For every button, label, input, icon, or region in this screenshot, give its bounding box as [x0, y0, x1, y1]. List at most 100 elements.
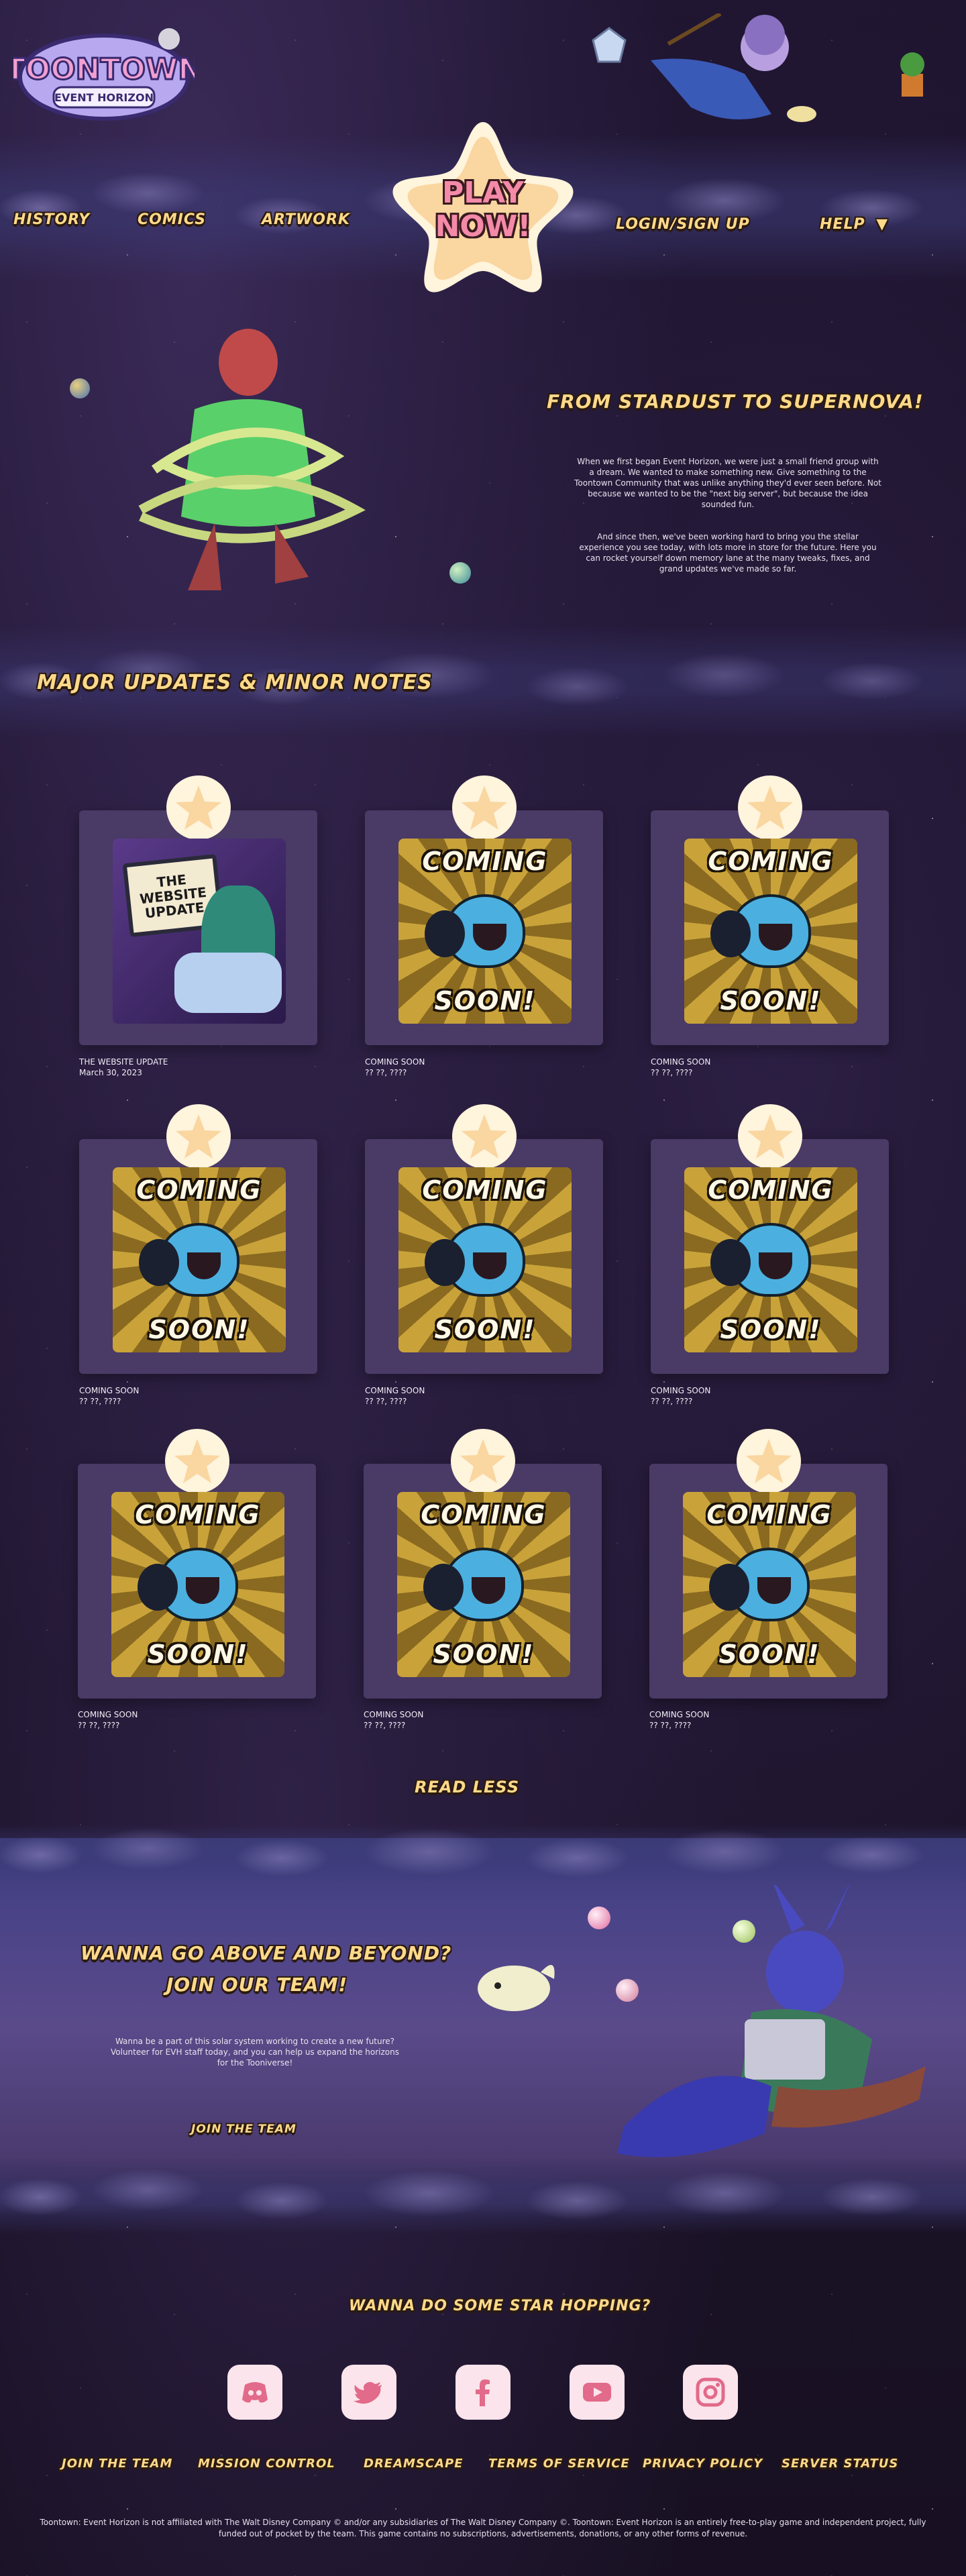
coming-soon-thumbnail: COMING SOON!	[684, 839, 857, 1024]
dog-face-illustration	[710, 894, 811, 968]
card-title: COMING SOON	[78, 1710, 138, 1719]
coming-soon-thumbnail: COMING SOON!	[683, 1492, 856, 1677]
footer-link-privacy[interactable]: Privacy Policy	[643, 2444, 778, 2483]
nav-comics-link[interactable]: Comics	[138, 200, 221, 239]
footer-link-server-status[interactable]: Server Status	[782, 2444, 914, 2483]
star-tab	[451, 775, 517, 840]
footer-link-label: Terms of Service	[488, 2457, 630, 2471]
footer-link-label: Dreamscape	[364, 2457, 464, 2471]
youtube-icon	[583, 2383, 611, 2402]
star-icon	[747, 786, 793, 830]
star-tab	[166, 1104, 231, 1169]
star-icon	[460, 1439, 506, 1483]
update-card[interactable]: COMING SOON!	[365, 1104, 603, 1374]
updates-title: Major Updates & Minor Notes	[37, 671, 433, 694]
card-title: COMING SOON	[365, 1057, 425, 1067]
nav-history-link[interactable]: History	[13, 200, 105, 239]
logo-sub-text: EVENT HORIZON	[54, 91, 154, 104]
dragon-character	[174, 885, 282, 1013]
card-caption: COMING SOON ?? ??, ????	[651, 1385, 710, 1407]
soon-text: SOON!	[147, 1640, 249, 1669]
coming-soon-thumbnail: COMING SOON!	[398, 839, 572, 1024]
update-card[interactable]: COMING SOON!	[649, 1429, 888, 1699]
discord-link[interactable]	[227, 2365, 282, 2420]
coming-text: COMING	[421, 1500, 547, 1529]
star-icon	[745, 1439, 792, 1483]
nav-artwork-link[interactable]: Artwork	[262, 200, 365, 239]
chevron-down-icon: ▼	[876, 216, 889, 233]
card-date: ?? ??, ????	[651, 1397, 693, 1406]
twitter-icon	[354, 2381, 382, 2404]
coming-text: COMING	[422, 1175, 548, 1205]
star-tab	[737, 775, 802, 840]
twitter-link[interactable]	[341, 2365, 396, 2420]
intro-paragraph-2: And since then, we've been working hard …	[579, 532, 877, 574]
coming-text: COMING	[135, 1500, 261, 1529]
update-card[interactable]: COMING SOON!	[365, 775, 603, 1045]
dog-face-illustration	[710, 1223, 811, 1297]
facebook-icon	[476, 2379, 490, 2406]
update-card[interactable]: COMING SOON!	[651, 1104, 889, 1374]
team-title-line1: Wanna go above and beyond?	[80, 1942, 452, 1964]
intro-title: From Stardust to Supernova!	[547, 390, 924, 413]
footer-link-terms[interactable]: Terms of Service	[488, 2444, 645, 2483]
site-logo[interactable]: TOONTOWN EVENT HORIZON	[4, 20, 204, 127]
card-caption: THE WEBSITE UPDATE March 30, 2023	[79, 1057, 168, 1078]
coming-text: COMING	[136, 1175, 262, 1205]
team-cloud-band-top	[0, 1825, 966, 1885]
team-title-line2: Join our team!	[166, 1974, 348, 1996]
update-card[interactable]: COMING SOON!	[364, 1429, 602, 1699]
star-tab	[737, 1104, 802, 1169]
footer-link-mission-control[interactable]: Mission Control	[198, 2444, 350, 2483]
facebook-link[interactable]	[455, 2365, 511, 2420]
play-now-button[interactable]: PLAY NOW!	[389, 114, 577, 295]
star-tab	[166, 775, 231, 840]
card-title: COMING SOON	[651, 1386, 711, 1395]
card-title: COMING SOON	[79, 1386, 140, 1395]
card-date: ?? ??, ????	[651, 1068, 693, 1077]
nav-history-label: History	[13, 211, 91, 228]
instagram-link[interactable]	[683, 2365, 738, 2420]
play-now-line1: PLAY	[442, 176, 524, 210]
footer-link-label: Privacy Policy	[643, 2457, 763, 2471]
card-date: ?? ??, ????	[364, 1721, 406, 1730]
discord-icon	[242, 2382, 268, 2403]
soon-text: SOON!	[720, 1315, 822, 1344]
website-update-thumbnail: THE WEBSITE UPDATE	[113, 839, 286, 1024]
coming-text: COMING	[422, 847, 548, 876]
card-date: ?? ??, ????	[365, 1068, 407, 1077]
dog-face-illustration	[139, 1223, 239, 1297]
star-icon	[175, 1114, 221, 1159]
join-team-button[interactable]: Join the Team	[191, 2110, 311, 2149]
coming-text: COMING	[706, 1500, 833, 1529]
soon-text: SOON!	[720, 986, 822, 1016]
coming-soon-thumbnail: COMING SOON!	[397, 1492, 570, 1677]
dog-face-illustration	[423, 1548, 524, 1621]
footer-link-dreamscape[interactable]: Dreamscape	[364, 2444, 478, 2483]
star-tab	[451, 1104, 517, 1169]
coming-soon-thumbnail: COMING SOON!	[398, 1167, 572, 1352]
star-icon	[747, 1114, 793, 1159]
card-date: ?? ??, ????	[649, 1721, 692, 1730]
play-now-line2: NOW!	[435, 209, 531, 244]
card-date: March 30, 2023	[79, 1068, 142, 1077]
update-card[interactable]: COMING SOON!	[651, 775, 889, 1045]
read-less-button[interactable]: Read Less	[415, 1768, 535, 1807]
update-card[interactable]: COMING SOON!	[78, 1429, 316, 1699]
card-caption: COMING SOON ?? ??, ????	[649, 1709, 709, 1731]
youtube-link[interactable]	[570, 2365, 625, 2420]
card-title: COMING SOON	[364, 1710, 424, 1719]
card-caption: COMING SOON ?? ??, ????	[365, 1385, 425, 1407]
nav-login-link[interactable]: Login/Sign Up	[616, 205, 765, 244]
update-card[interactable]: THE WEBSITE UPDATE	[79, 775, 317, 1045]
soon-text: SOON!	[718, 1640, 820, 1669]
nav-artwork-label: Artwork	[262, 211, 350, 228]
card-caption: COMING SOON ?? ??, ????	[364, 1709, 423, 1731]
nav-help-dropdown[interactable]: Help ▼	[820, 205, 904, 244]
card-title: COMING SOON	[649, 1710, 710, 1719]
card-caption: COMING SOON ?? ??, ????	[78, 1709, 138, 1731]
card-title: THE WEBSITE UPDATE	[79, 1057, 168, 1067]
footer-link-join-team[interactable]: Join the Team	[62, 2444, 188, 2483]
small-planet-mid	[449, 562, 471, 584]
update-card[interactable]: COMING SOON!	[79, 1104, 317, 1374]
